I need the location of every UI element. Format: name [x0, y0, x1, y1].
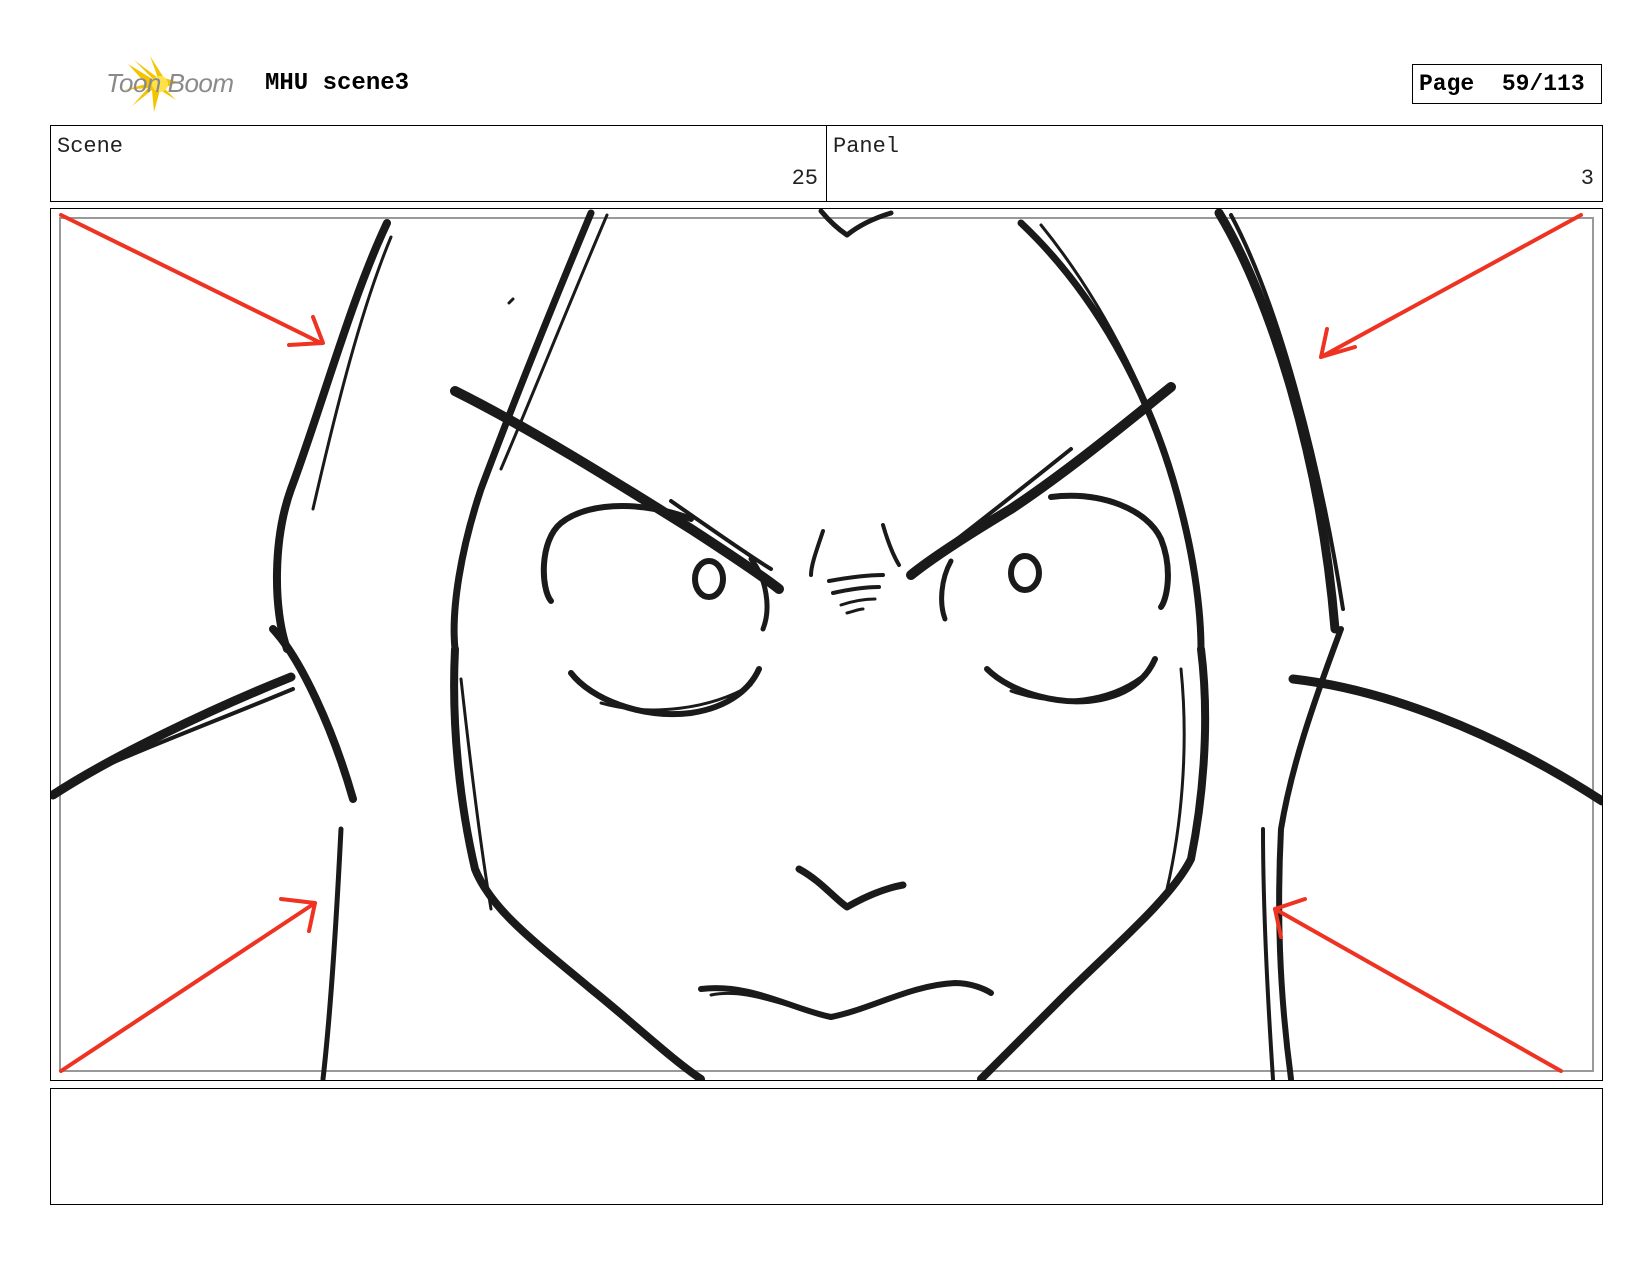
notes-box: [50, 1088, 1603, 1205]
scene-panel-row: Scene 25 Panel 3: [50, 125, 1603, 202]
face-sketch: [51, 209, 1602, 1080]
page-label: Page: [1419, 71, 1475, 97]
scene-label: Scene: [57, 134, 124, 159]
panel-label: Panel: [833, 134, 900, 159]
page-number: 59/113: [1501, 71, 1585, 97]
arrow-top-right-icon: [1319, 213, 1583, 359]
logo-wordmark: Toon Boom: [106, 68, 234, 98]
arrow-bottom-right-icon: [1273, 897, 1563, 1073]
arrow-bottom-left-icon: [59, 897, 317, 1073]
panel-sketch: [51, 209, 1602, 1080]
panel-cell: Panel 3: [826, 126, 1602, 201]
project-title: MHU scene3: [265, 70, 410, 97]
scene-value: 25: [791, 166, 818, 191]
storyboard-panel: [50, 208, 1603, 1081]
panel-value: 3: [1580, 166, 1594, 191]
scene-cell: Scene 25: [51, 126, 826, 201]
arrow-top-left-icon: [59, 213, 325, 347]
page-indicator: Page 59/113: [1412, 64, 1602, 104]
